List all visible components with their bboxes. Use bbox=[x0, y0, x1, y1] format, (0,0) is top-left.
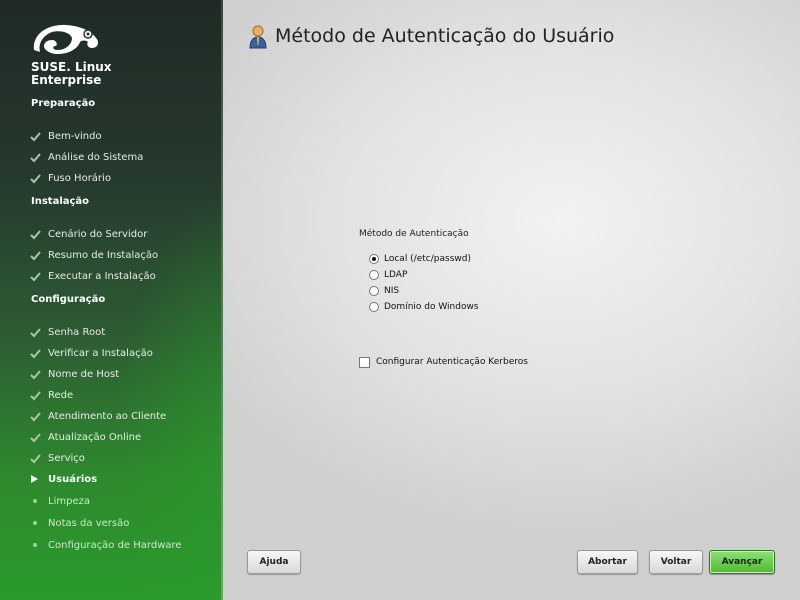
checkmark-icon bbox=[30, 152, 41, 162]
checkmark-icon bbox=[30, 173, 41, 183]
suse-chameleon-logo bbox=[33, 24, 99, 54]
current-step-arrow-icon bbox=[31, 475, 38, 483]
step-label: Notas da versão bbox=[48, 517, 130, 529]
kerberos-checkbox[interactable] bbox=[359, 356, 370, 368]
step-release-notes: Notas da versão bbox=[30, 515, 129, 531]
section-title-configuration: Configuração bbox=[31, 294, 106, 305]
radio-local[interactable]: Local (/etc/passwd) bbox=[369, 252, 471, 266]
step-customer-center: Atendimento ao Cliente bbox=[30, 408, 166, 424]
radio-button[interactable] bbox=[369, 270, 379, 280]
step-label: Nome de Host bbox=[48, 368, 120, 380]
kerberos-label: Configurar Autenticação Kerberos bbox=[376, 357, 528, 367]
kerberos-checkbox-row[interactable]: Configurar Autenticação Kerberos bbox=[359, 354, 528, 370]
step-label: Fuso Horário bbox=[48, 172, 111, 184]
radio-windows-domain[interactable]: Domínio do Windows bbox=[369, 300, 479, 314]
step-label: Bem-vindo bbox=[48, 130, 102, 142]
step-system-analysis: Análise do Sistema bbox=[30, 149, 143, 165]
step-installation-summary: Resumo de Instalação bbox=[30, 247, 158, 263]
next-button[interactable]: Avançar bbox=[709, 550, 775, 574]
step-users-current: Usuários bbox=[30, 471, 97, 487]
step-label: Cenário do Servidor bbox=[48, 228, 148, 240]
step-label: Resumo de Instalação bbox=[48, 249, 159, 261]
radio-button[interactable] bbox=[369, 286, 379, 296]
step-label: Atendimento ao Cliente bbox=[48, 410, 167, 422]
section-title-preparation: Preparação bbox=[31, 98, 96, 109]
step-cleanup: Limpeza bbox=[30, 493, 90, 509]
step-label: Senha Root bbox=[48, 326, 106, 338]
step-label: Limpeza bbox=[48, 495, 90, 507]
brand-wordmark: SUSE. Linux Enterprise bbox=[31, 61, 112, 87]
step-check-installation: Verificar a Instalação bbox=[30, 345, 153, 361]
radio-label: LDAP bbox=[384, 270, 408, 280]
checkmark-icon bbox=[30, 390, 41, 400]
checkmark-icon bbox=[30, 369, 41, 379]
step-time-zone: Fuso Horário bbox=[30, 170, 111, 186]
step-online-update: Atualização Online bbox=[30, 429, 141, 445]
help-button[interactable]: Ajuda bbox=[247, 550, 301, 574]
step-service: Serviço bbox=[30, 450, 85, 466]
step-hostname: Nome de Host bbox=[30, 366, 119, 382]
step-label: Configuração de Hardware bbox=[48, 539, 182, 551]
main-panel: Método de Autenticação do Usuário Método… bbox=[223, 0, 800, 600]
brand-line-2: Enterprise bbox=[31, 73, 102, 87]
radio-ldap[interactable]: LDAP bbox=[369, 268, 407, 282]
checkmark-icon bbox=[30, 348, 41, 358]
step-perform-installation: Executar a Instalação bbox=[30, 268, 156, 284]
checkmark-icon bbox=[30, 411, 41, 421]
pending-dot-icon bbox=[33, 543, 37, 547]
step-label: Rede bbox=[48, 389, 74, 401]
checkmark-icon bbox=[30, 432, 41, 442]
checkmark-icon bbox=[30, 271, 41, 281]
checkmark-icon bbox=[30, 229, 41, 239]
checkmark-icon bbox=[30, 250, 41, 260]
pending-dot-icon bbox=[33, 521, 37, 525]
abort-button[interactable]: Abortar bbox=[577, 550, 638, 574]
step-server-scenario: Cenário do Servidor bbox=[30, 226, 147, 242]
step-hardware-configuration: Configuração de Hardware bbox=[30, 537, 182, 553]
radio-label: Domínio do Windows bbox=[384, 302, 479, 312]
step-label: Análise do Sistema bbox=[48, 151, 144, 163]
checkmark-icon bbox=[30, 453, 41, 463]
checkmark-icon bbox=[30, 327, 41, 337]
radio-label: NIS bbox=[384, 286, 400, 296]
step-label: Executar a Instalação bbox=[48, 270, 156, 282]
step-welcome: Bem-vindo bbox=[30, 128, 102, 144]
step-network: Rede bbox=[30, 387, 73, 403]
radio-button[interactable] bbox=[369, 302, 379, 312]
step-label: Usuários bbox=[48, 473, 98, 485]
step-label: Verificar a Instalação bbox=[48, 347, 153, 359]
sidebar: SUSE. Linux Enterprise Preparação Bem-vi… bbox=[0, 0, 221, 600]
step-label: Serviço bbox=[48, 452, 85, 464]
page-title: Método de Autenticação do Usuário bbox=[275, 25, 615, 47]
step-root-password: Senha Root bbox=[30, 324, 105, 340]
section-title-installation: Instalação bbox=[31, 196, 90, 207]
pending-dot-icon bbox=[33, 499, 37, 503]
radio-label: Local (/etc/passwd) bbox=[384, 254, 471, 264]
user-icon bbox=[249, 25, 267, 49]
auth-method-group-label: Método de Autenticação bbox=[359, 229, 469, 239]
checkmark-icon bbox=[30, 131, 41, 141]
back-button[interactable]: Voltar bbox=[649, 550, 703, 574]
step-label: Atualização Online bbox=[48, 431, 142, 443]
radio-nis[interactable]: NIS bbox=[369, 284, 399, 298]
radio-button-selected[interactable] bbox=[369, 254, 379, 264]
